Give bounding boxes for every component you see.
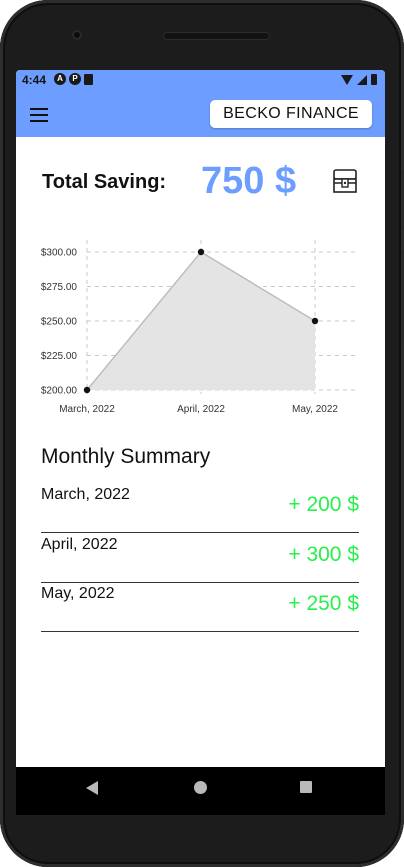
- battery-icon: [371, 74, 377, 85]
- brand-button[interactable]: BECKO FINANCE: [210, 100, 372, 128]
- data-point: [83, 386, 91, 394]
- app-screen: 4:44 A P BECKO FINANCE Total Saving: 750…: [16, 70, 385, 767]
- row-amount: + 250 $: [288, 592, 359, 615]
- y-tick-label: $200.00: [41, 386, 78, 397]
- status-bar: 4:44 A P: [16, 70, 385, 90]
- data-point: [311, 317, 319, 325]
- summary-row[interactable]: March, 2022 + 200 $: [41, 483, 359, 533]
- system-icons: [341, 74, 377, 85]
- system-nav-bar: [16, 767, 385, 815]
- data-point: [197, 248, 205, 256]
- y-tick-label: $300.00: [41, 248, 78, 259]
- recent-apps-icon[interactable]: [300, 781, 312, 793]
- y-tick-label: $225.00: [41, 351, 78, 362]
- wifi-icon: [341, 74, 353, 85]
- back-icon[interactable]: [86, 781, 98, 795]
- y-tick-label: $250.00: [41, 317, 78, 328]
- row-month: March, 2022: [41, 486, 130, 503]
- row-amount: + 300 $: [288, 543, 359, 566]
- chart-x-axis: March, 2022 April, 2022 May, 2022: [59, 404, 338, 415]
- a-circle-icon: A: [54, 73, 66, 85]
- earpiece-speaker: [163, 32, 270, 40]
- hamburger-menu-icon[interactable]: [30, 108, 48, 122]
- row-amount: + 200 $: [288, 493, 359, 516]
- p-circle-icon: P: [69, 73, 81, 85]
- y-tick-label: $275.00: [41, 282, 78, 293]
- total-saving-value: 750 $: [201, 160, 297, 202]
- treasure-chest-icon[interactable]: [332, 167, 358, 195]
- notification-icons: A P: [54, 73, 93, 85]
- row-month: May, 2022: [41, 585, 115, 602]
- chart-y-axis: $200.00 $225.00 $250.00 $275.00 $300.00: [41, 248, 78, 397]
- monthly-summary-title: Monthly Summary: [41, 445, 211, 468]
- front-camera: [72, 30, 82, 40]
- total-saving-label: Total Saving:: [42, 171, 167, 193]
- savings-chart: $200.00 $225.00 $250.00 $275.00 $300.00 Marc…: [41, 240, 359, 415]
- phone-frame: 4:44 A P BECKO FINANCE Total Saving: 750…: [0, 0, 404, 867]
- signal-icon: [357, 74, 367, 85]
- summary-row[interactable]: May, 2022 + 250 $: [41, 582, 359, 632]
- summary-row[interactable]: April, 2022 + 300 $: [41, 533, 359, 583]
- x-tick-label: May, 2022: [292, 404, 338, 415]
- status-time: 4:44: [22, 73, 47, 87]
- sim-icon: [84, 74, 93, 85]
- x-tick-label: April, 2022: [177, 404, 225, 415]
- app-bar: 4:44 A P BECKO FINANCE: [16, 70, 385, 137]
- home-icon[interactable]: [194, 781, 207, 794]
- row-month: April, 2022: [41, 536, 118, 553]
- x-tick-label: March, 2022: [59, 404, 115, 415]
